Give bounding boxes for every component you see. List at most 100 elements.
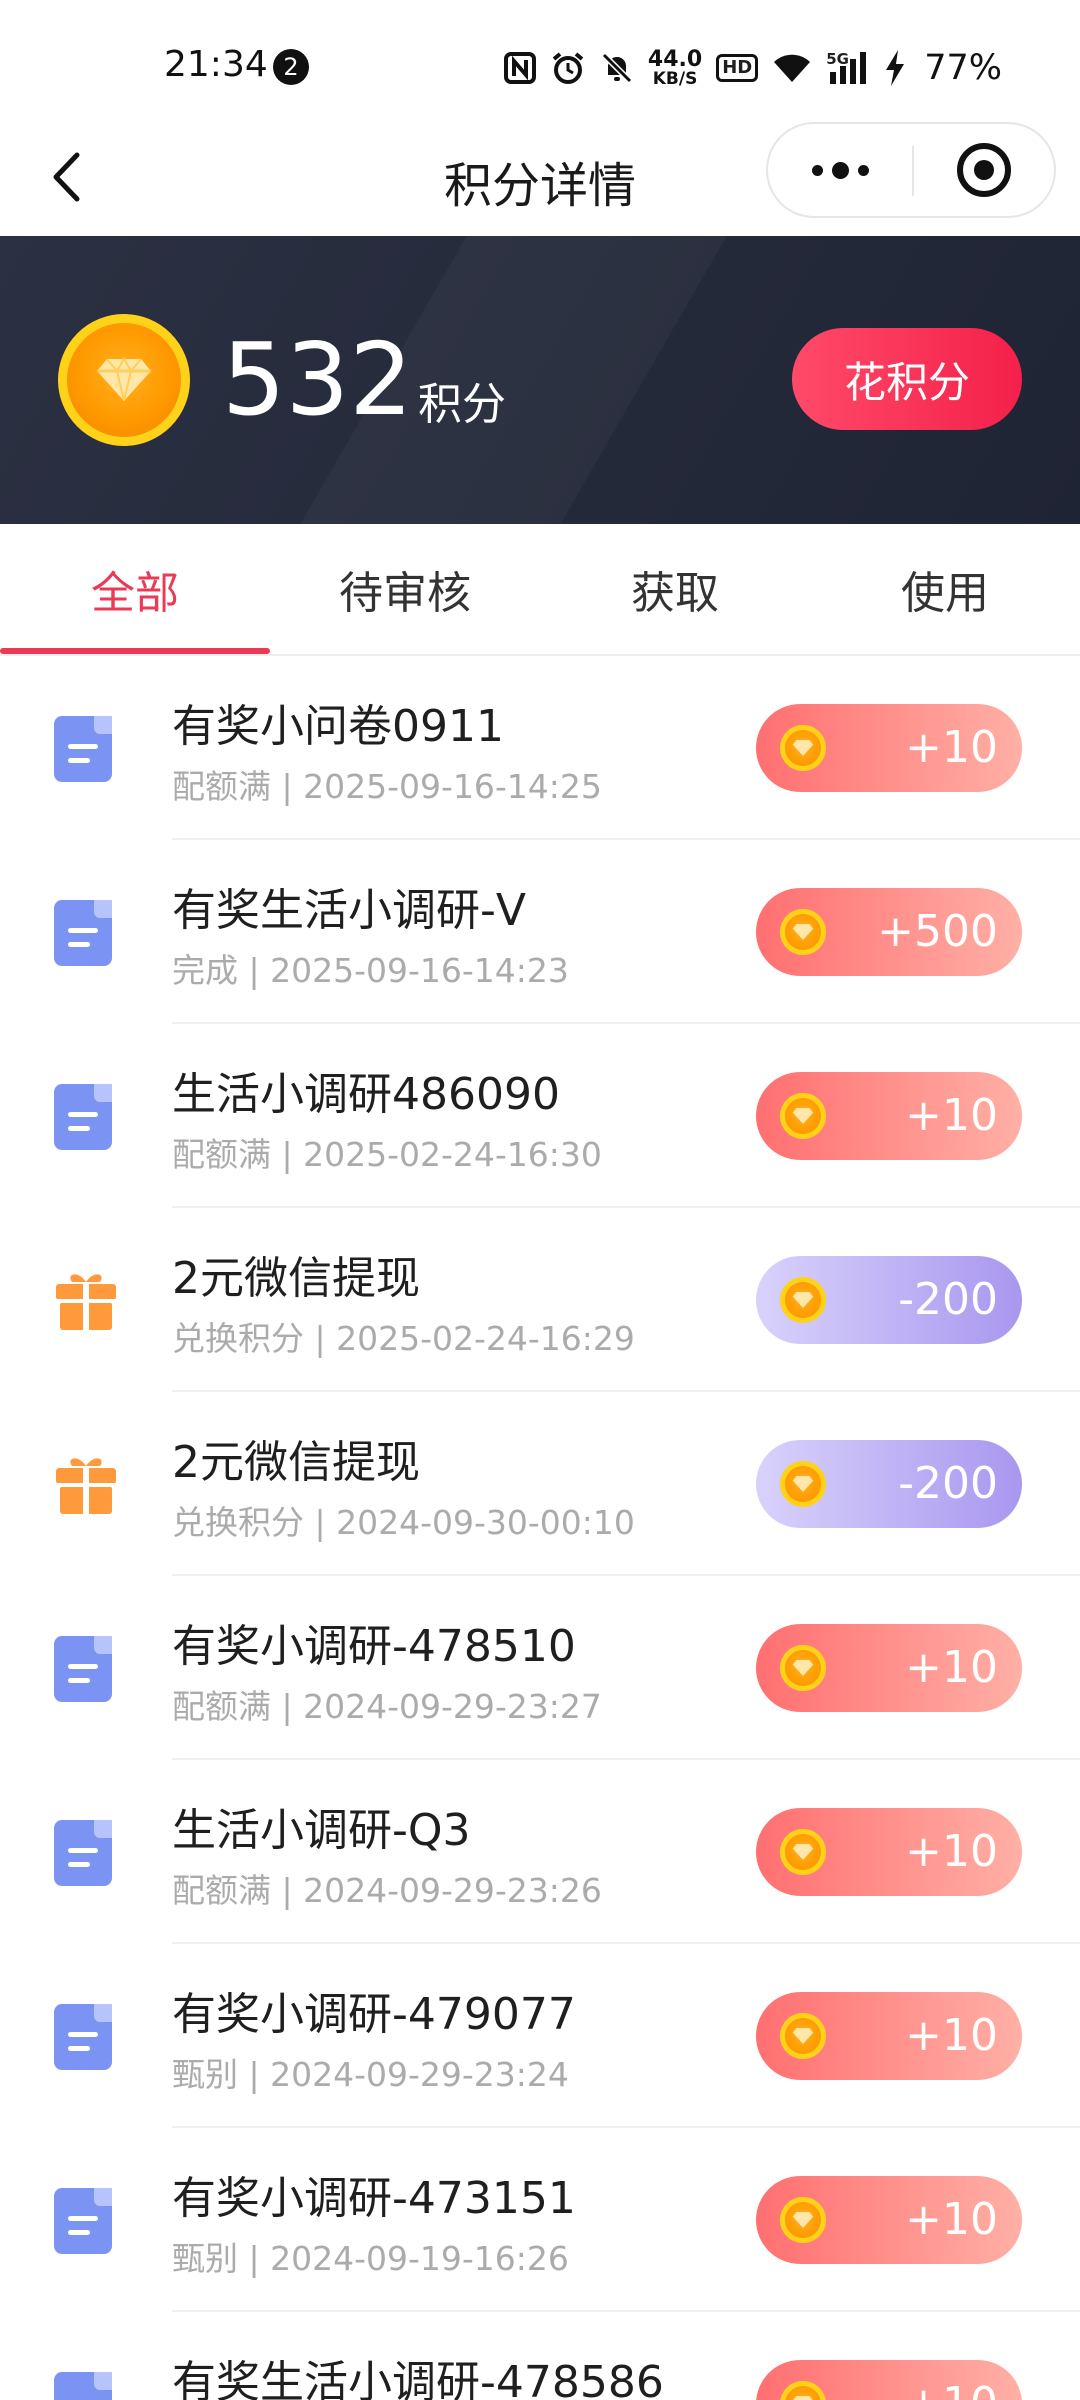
points-amount: -200	[898, 1458, 998, 1509]
document-icon	[54, 2188, 118, 2254]
record-title: 生活小调研-Q3	[172, 1805, 471, 1856]
record-status: 配额满	[172, 1871, 271, 1910]
tab-all[interactable]: 全部	[0, 524, 270, 654]
record-status: 甄别	[172, 2055, 238, 2094]
close-miniprogram-button[interactable]	[914, 124, 1054, 216]
more-dot-icon	[831, 161, 849, 179]
document-icon	[54, 2004, 118, 2070]
separator: |	[271, 1871, 304, 1910]
filter-tabs: 全部 待审核 获取 使用	[0, 524, 1080, 656]
record-title: 有奖小调研-473151	[172, 2173, 576, 2224]
points-amount: -200	[898, 1274, 998, 1325]
coin-icon	[780, 1461, 826, 1507]
coin-icon	[780, 1645, 826, 1691]
points-amount: +10	[905, 2360, 998, 2400]
more-button[interactable]	[768, 124, 912, 216]
record-meta: 配额满 | 2025-02-24-16:30	[172, 1128, 602, 1176]
points-record-list: 有奖小问卷0911 配额满 | 2025-09-16-14:25 +10 有奖生活小调…	[0, 656, 1080, 2400]
record-status: 甄别	[172, 2239, 238, 2278]
record-status: 配额满	[172, 767, 271, 806]
list-item[interactable]: 有奖生活小调研-478586 +10	[0, 2312, 1080, 2400]
list-item[interactable]: 有奖小调研-479077 甄别 | 2024-09-29-23:24 +10	[0, 1944, 1080, 2128]
record-title: 生活小调研486090	[172, 1069, 560, 1120]
status-icons: 44.0 KB/S HD 5G 77%	[503, 44, 1002, 92]
more-dot-icon	[811, 164, 823, 176]
record-title: 有奖小调研-479077	[172, 1989, 576, 2040]
tab-pending[interactable]: 待审核	[270, 524, 540, 654]
hd-icon: HD	[716, 54, 759, 82]
record-meta: 兑换积分 | 2024-09-30-00:10	[172, 1496, 635, 1544]
record-title: 有奖小问卷0911	[172, 701, 504, 752]
record-meta: 配额满 | 2024-09-29-23:27	[172, 1680, 602, 1728]
points-amount: +10	[905, 1642, 998, 1693]
record-status: 配额满	[172, 1135, 271, 1174]
network-speed-value: 44.0	[647, 46, 703, 72]
list-item[interactable]: 2元微信提现兑换积分 | 2024-09-30-00:10 -200	[0, 1392, 1080, 1576]
notification-count-badge: 2	[273, 49, 309, 85]
document-icon	[54, 1636, 118, 1702]
coin-icon	[780, 1829, 826, 1875]
record-time: 2025-02-24-16:30	[303, 1135, 602, 1174]
points-change-badge: +10	[756, 1072, 1022, 1160]
list-item[interactable]: 有奖小调研-478510 配额满 | 2024-09-29-23:27 +10	[0, 1576, 1080, 1760]
record-meta: 完成 | 2025-09-16-14:23	[172, 944, 569, 992]
record-time: 2024-09-29-23:24	[270, 2055, 569, 2094]
record-time: 2025-09-16-14:25	[303, 767, 602, 806]
points-amount: +10	[905, 722, 998, 773]
record-time: 2025-09-16-14:23	[270, 951, 569, 990]
spend-points-button[interactable]: 花积分	[792, 328, 1022, 430]
points-amount: +500	[877, 906, 998, 957]
tab-used[interactable]: 使用	[810, 524, 1080, 654]
network-speed: 44.0 KB/S	[647, 46, 703, 88]
wifi-icon	[774, 54, 811, 82]
navigation-bar: 积分详情	[0, 118, 1080, 236]
record-status: 配额满	[172, 1687, 271, 1726]
points-change-badge: +10	[756, 2176, 1022, 2264]
record-title: 2元微信提现	[172, 1437, 420, 1488]
record-time: 2024-09-29-23:27	[303, 1687, 602, 1726]
list-item[interactable]: 有奖小问卷0911 配额满 | 2025-09-16-14:25 +10	[0, 656, 1080, 840]
record-time: 2024-09-29-23:26	[303, 1871, 602, 1910]
points-change-badge: +10	[756, 704, 1022, 792]
separator: |	[271, 1135, 304, 1174]
record-meta: 兑换积分 | 2025-02-24-16:29	[172, 1312, 635, 1360]
document-icon	[54, 1084, 118, 1150]
list-item[interactable]: 生活小调研486090 配额满 | 2025-02-24-16:30 +10	[0, 1024, 1080, 1208]
record-meta: 配额满 | 2025-09-16-14:25	[172, 760, 602, 808]
list-item[interactable]: 有奖小调研-473151 甄别 | 2024-09-19-16:26 +10	[0, 2128, 1080, 2312]
tab-earned[interactable]: 获取	[540, 524, 810, 654]
record-time: 2025-02-24-16:29	[336, 1319, 635, 1358]
list-item[interactable]: 生活小调研-Q3 配额满 | 2024-09-29-23:26 +10	[0, 1760, 1080, 1944]
status-bar: 21:34 2 44.0 KB/S HD 5G 77%	[0, 0, 1080, 118]
coin-icon	[780, 1093, 826, 1139]
active-tab-indicator	[0, 648, 270, 654]
gift-icon	[54, 1268, 118, 1334]
separator: |	[304, 1319, 337, 1358]
record-title: 有奖生活小调研-478586	[172, 2357, 664, 2400]
points-summary-banner: 532 积分 花积分	[0, 236, 1080, 524]
points-amount: +10	[905, 2010, 998, 2061]
charging-icon	[886, 50, 905, 86]
document-icon	[54, 716, 118, 782]
record-title: 2元微信提现	[172, 1253, 420, 1304]
list-item[interactable]: 有奖生活小调研-V 完成 | 2025-09-16-14:23 +500	[0, 840, 1080, 1024]
points-coin-icon	[58, 314, 190, 446]
record-meta: 甄别 | 2024-09-29-23:24	[172, 2048, 569, 2096]
separator: |	[238, 951, 271, 990]
target-icon	[957, 143, 1011, 197]
battery-percent: 77%	[924, 48, 1002, 88]
separator: |	[271, 767, 304, 806]
gift-icon	[54, 1452, 118, 1518]
coin-icon	[780, 1277, 826, 1323]
record-status: 完成	[172, 951, 238, 990]
record-meta: 甄别 | 2024-09-19-16:26	[172, 2232, 569, 2280]
cellular-signal: 5G	[826, 50, 870, 86]
record-time: 2024-09-19-16:26	[270, 2239, 569, 2278]
record-time: 2024-09-30-00:10	[336, 1503, 635, 1542]
record-status: 兑换积分	[172, 1319, 304, 1358]
status-time: 21:34	[164, 44, 268, 85]
points-amount: +10	[905, 1826, 998, 1877]
list-item[interactable]: 2元微信提现兑换积分 | 2025-02-24-16:29 -200	[0, 1208, 1080, 1392]
points-change-badge: +10	[756, 1624, 1022, 1712]
points-change-badge: +10	[756, 1992, 1022, 2080]
